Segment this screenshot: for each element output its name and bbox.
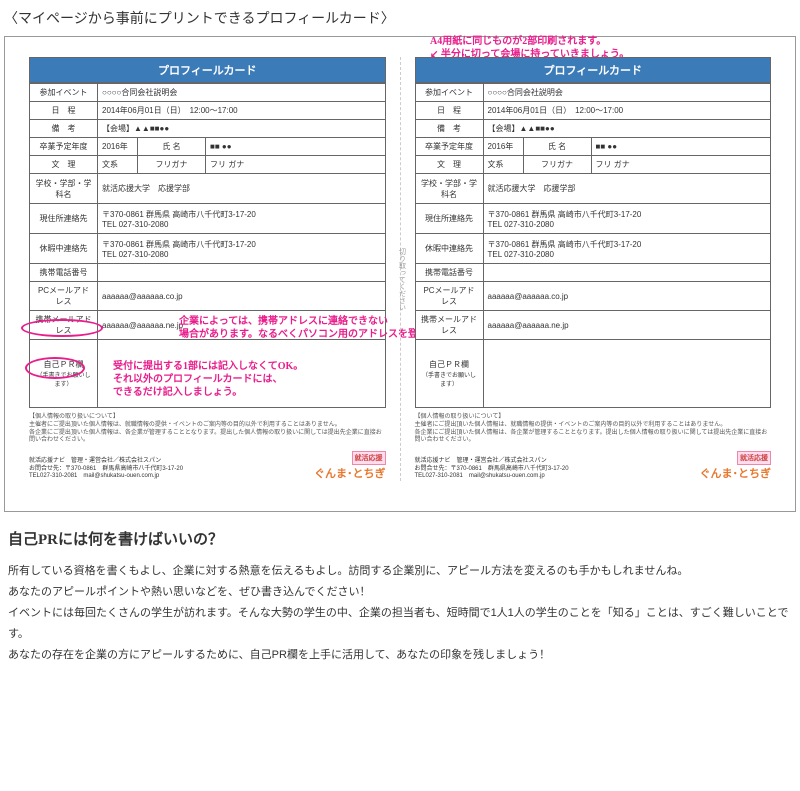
label-note: 備 考 xyxy=(30,120,98,138)
value-addr: 〒370-0861 群馬県 高崎市八千代町3-17-20TEL 027-310-… xyxy=(98,204,386,234)
value-pcmail: aaaaaa@aaaaaa.co.jp xyxy=(98,282,386,311)
value-mbmail: aaaaaa@aaaaaa.ne.jp xyxy=(98,311,386,340)
value-name: ■■ ●● xyxy=(206,138,386,156)
page-title: 〈マイページから事前にプリントできるプロフィールカード〉 xyxy=(0,0,800,36)
value-date: 2014年06月01日（日） 12:00～17:00 xyxy=(98,102,386,120)
label-event: 参加イベント xyxy=(30,84,98,102)
value-grad: 2016年 xyxy=(98,138,138,156)
label-pr: 自己ＰＲ欄（手書きでお願いします） xyxy=(30,340,98,408)
value-vac: 〒370-0861 群馬県 高崎市八千代町3-17-20TEL 027-310-… xyxy=(98,234,386,264)
disclaimer: 【個人情報の取り扱いについて】主催者にご提出頂いた個人情報は、就職情報の提供・イ… xyxy=(415,414,772,445)
label-school: 学校・学部・学科名 xyxy=(30,174,98,204)
bottom-article: 自己PRには何を書けばいいの？ 所有している資格を書くもよし、企業に対する熱意を… xyxy=(0,512,800,681)
card-header: プロフィールカード xyxy=(415,57,772,83)
bottom-text: 所有している資格を書くもよし、企業に対する熱意を伝えるもよし。訪問する企業別に、… xyxy=(8,561,792,665)
logo: 就活応援ぐんま･とちぎ xyxy=(314,451,386,481)
label-kana: フリガナ xyxy=(138,156,206,174)
label-addr: 現住所連絡先 xyxy=(30,204,98,234)
profile-card-left: プロフィールカード 参加イベント○○○○合同会社説明会 日 程2014年06月0… xyxy=(15,57,400,481)
value-note: 【会場】▲▲■■●● xyxy=(98,120,386,138)
value-kana: フリ ガナ xyxy=(206,156,386,174)
label-mobile: 携帯電話番号 xyxy=(30,264,98,282)
logo: 就活応援ぐんま･とちぎ xyxy=(700,451,772,481)
label-major: 文 理 xyxy=(30,156,98,174)
label-vac: 休暇中連絡先 xyxy=(30,234,98,264)
value-school: 就活応援大学 応援学部 xyxy=(98,174,386,204)
profile-table: 参加イベント○○○○合同会社説明会 日 程2014年06月01日（日） 12:0… xyxy=(415,83,772,408)
profile-table: 参加イベント○○○○合同会社説明会 日 程2014年06月01日（日） 12:0… xyxy=(29,83,386,408)
print-sheet: A4用紙に同じものが2部印刷されます。 ↙ 半分に切って会場に持っていきましょう… xyxy=(4,36,796,512)
label-name: 氏 名 xyxy=(138,138,206,156)
value-event: ○○○○合同会社説明会 xyxy=(98,84,386,102)
card-header: プロフィールカード xyxy=(29,57,386,83)
label-pcmail: PCメールアドレス xyxy=(30,282,98,311)
card-footer: 就活応援ナビ 管理・運営会社／株式会社スパンお問合せ先：〒370-0861 群馬… xyxy=(415,451,772,481)
label-date: 日 程 xyxy=(30,102,98,120)
label-mbmail: 携帯メールアドレス xyxy=(30,311,98,340)
card-footer: 就活応援ナビ 管理・運営会社／株式会社スパンお問合せ先：〒370-0861 群馬… xyxy=(29,451,386,481)
label-grad: 卒業予定年度 xyxy=(30,138,98,156)
value-major: 文系 xyxy=(98,156,138,174)
disclaimer: 【個人情報の取り扱いについて】主催者にご提出頂いた個人情報は、就職情報の提供・イ… xyxy=(29,414,386,445)
value-mobile xyxy=(98,264,386,282)
value-pr[interactable] xyxy=(98,340,386,408)
profile-card-right: プロフィールカード 参加イベント○○○○合同会社説明会 日 程2014年06月0… xyxy=(401,57,786,481)
bottom-title: 自己PRには何を書けばいいの？ xyxy=(8,528,792,549)
